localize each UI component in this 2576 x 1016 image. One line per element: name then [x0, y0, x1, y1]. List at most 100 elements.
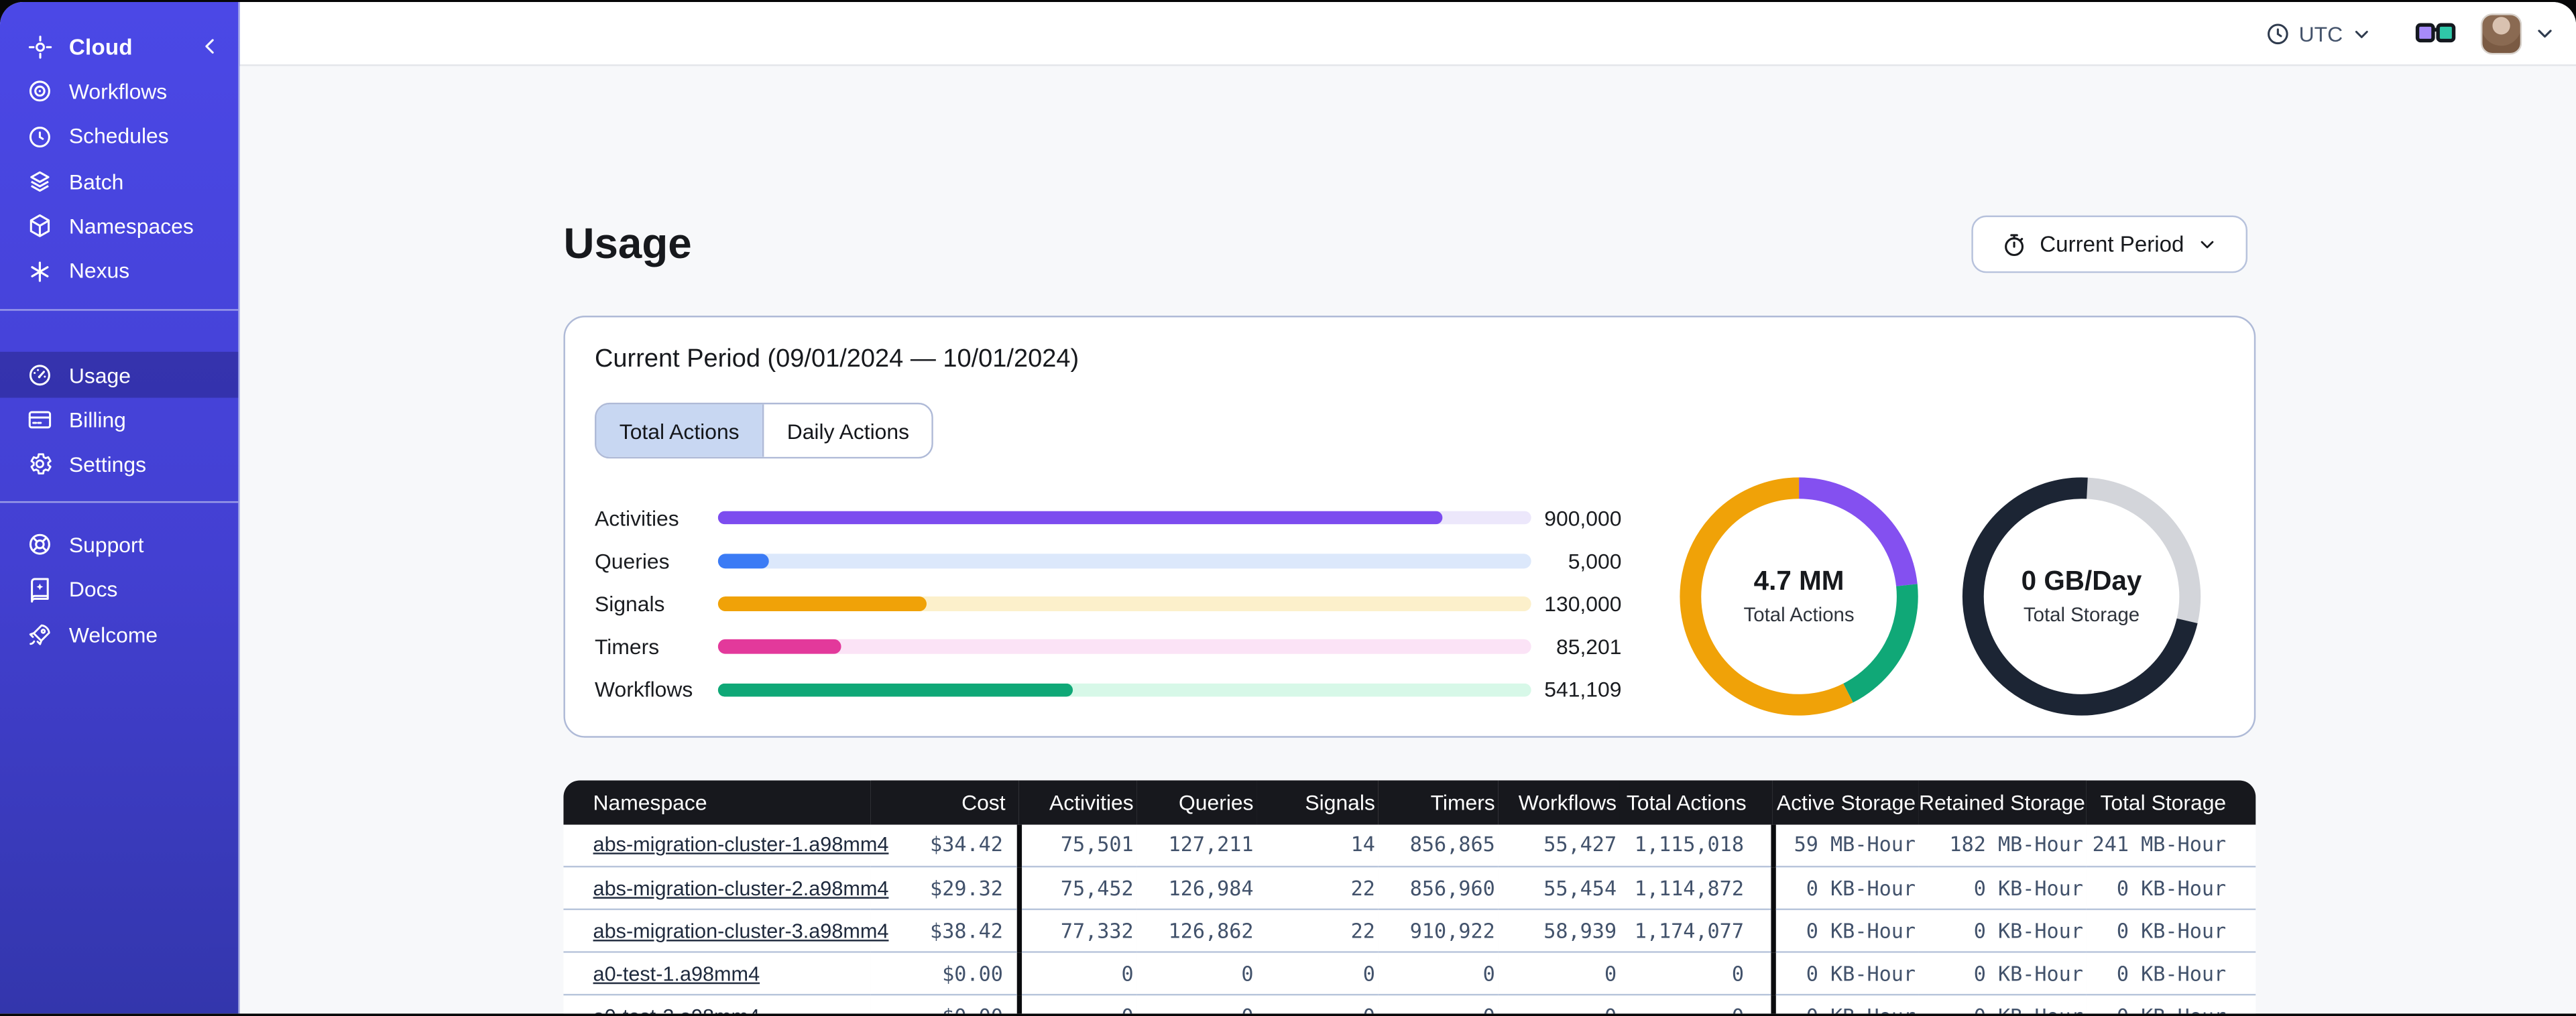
value-cell: 1,174,077 — [1619, 909, 1773, 954]
value-cell: 0 KB-Hour — [1918, 867, 2087, 911]
value-cell: 0 — [1136, 995, 1257, 1013]
value-cell: 127,211 — [1136, 824, 1257, 868]
bar-track — [717, 596, 1531, 611]
table-row: abs-migration-cluster-1.a98mm4 $34.42 75,5… — [563, 824, 2256, 868]
namespace-link[interactable]: a0-test-2.a98mm4 — [593, 1005, 760, 1013]
namespace-cell: abs-migration-cluster-1.a98mm4 — [563, 824, 888, 868]
table-row: a0-test-1.a98mm4 $0.00 0 0 0 0 0 0 0 KB-Hour 0 KB… — [563, 952, 2256, 997]
value-cell: 22 — [1256, 909, 1379, 954]
period-selector-button[interactable]: Current Period — [1971, 215, 2248, 273]
column-header: Namespace — [563, 780, 871, 824]
value-cell: 0 KB-Hour — [1770, 952, 1919, 997]
column-header: Timers — [1378, 780, 1499, 824]
namespace-cell: a0-test-2.a98mm4 — [563, 995, 871, 1013]
sidebar-item-label: Nexus — [68, 259, 130, 284]
bar-fill — [717, 683, 1073, 698]
sidebar-item-label: Usage — [68, 363, 131, 388]
clock-icon — [2266, 21, 2291, 46]
sidebar-item-schedules[interactable]: Schedules — [0, 115, 238, 160]
value-cell: 75,452 — [1016, 867, 1137, 911]
sidebar-brand[interactable]: Cloud — [0, 2, 238, 69]
total-storage-donut: 0 GB/Day Total Storage — [1958, 474, 2205, 720]
namespace-link[interactable]: abs-migration-cluster-1.a98mm4 — [593, 834, 889, 856]
sidebar-item-support[interactable]: Support — [0, 523, 238, 568]
sidebar-primary-nav: Workflows Schedules Batch Namespaces Nex… — [0, 70, 238, 294]
total-storage-label: Total Storage — [2023, 603, 2140, 627]
value-cell: 0 — [1619, 952, 1773, 997]
bar-value: 900,000 — [1544, 505, 1622, 531]
value-cell: 58,939 — [1498, 909, 1620, 954]
book-icon — [26, 576, 53, 603]
bar-track — [717, 683, 1531, 698]
usage-bars: Activities 900,000 Queries 5,000 Signals 130,… — [595, 497, 1621, 712]
sidebar-collapse-icon[interactable] — [198, 35, 221, 58]
sidebar-item-batch[interactable]: Batch — [0, 160, 238, 204]
nerd-glasses-icon[interactable] — [2415, 19, 2456, 48]
bar-label: Queries — [595, 548, 670, 574]
value-cell: 0 KB-Hour — [2086, 909, 2256, 954]
value-cell: $34.42 — [870, 824, 1019, 868]
usage-bar-row: Timers 85,201 — [595, 625, 1621, 668]
value-cell: 0 — [1378, 952, 1499, 997]
namespace-link[interactable]: abs-migration-cluster-3.a98mm4 — [593, 919, 889, 942]
actions-tab-group: Total Actions Daily Actions — [595, 403, 934, 459]
timezone-selector[interactable]: UTC — [2266, 21, 2373, 46]
stopwatch-icon — [2000, 231, 2026, 257]
value-cell: 182 MB-Hour — [1918, 824, 2087, 868]
namespace-link[interactable]: abs-migration-cluster-2.a98mm4 — [593, 877, 889, 899]
value-cell: 0 — [1136, 952, 1257, 997]
main-content: Usage Current Period Current Period (09/… — [239, 66, 2576, 1013]
value-cell: 14 — [1256, 824, 1379, 868]
chevron-down-icon — [2197, 234, 2219, 255]
value-cell: 0 KB-Hour — [1918, 909, 2087, 954]
sidebar-item-nexus[interactable]: Nexus — [0, 249, 238, 294]
value-cell: 0 KB-Hour — [1918, 995, 2087, 1013]
sidebar-item-namespaces[interactable]: Namespaces — [0, 204, 238, 249]
tab-daily-actions[interactable]: Daily Actions — [762, 404, 933, 458]
sidebar-item-workflows[interactable]: Workflows — [0, 70, 238, 115]
value-cell: 126,984 — [1136, 867, 1257, 911]
value-cell: 77,332 — [1016, 909, 1137, 954]
sidebar-item-settings[interactable]: Settings — [0, 442, 238, 487]
workflows-icon — [26, 78, 53, 105]
gear-icon — [26, 451, 53, 478]
column-header: Workflows — [1498, 780, 1620, 824]
topbar: UTC — [239, 2, 2576, 66]
value-cell: 856,960 — [1378, 867, 1499, 911]
value-cell: 0 — [1016, 995, 1137, 1013]
namespace-usage-table: Namespace Cost Activities Queries Signals Tim… — [563, 780, 2256, 1013]
bar-fill — [717, 511, 1442, 525]
tab-total-actions[interactable]: Total Actions — [596, 404, 762, 458]
value-cell: $29.32 — [870, 867, 1019, 911]
bar-track — [717, 639, 1531, 654]
value-cell: 0 KB-Hour — [1770, 909, 1919, 954]
gauge-icon — [26, 362, 53, 389]
usage-bar-row: Signals 130,000 — [595, 582, 1621, 625]
content-column: UTC Usage Current Period Current Period … — [239, 2, 2576, 1013]
brand-label: Cloud — [68, 34, 133, 59]
table-row: abs-migration-cluster-3.a98mm4 $38.42 77,3… — [563, 909, 2256, 954]
value-cell: 0 — [1498, 995, 1620, 1013]
value-cell: 1,114,872 — [1619, 867, 1773, 911]
period-selector-label: Current Period — [2040, 232, 2184, 257]
user-avatar[interactable] — [2480, 13, 2522, 54]
timezone-label: UTC — [2298, 21, 2343, 46]
column-header: Retained Storage — [1918, 780, 2087, 824]
table-row: abs-migration-cluster-2.a98mm4 $29.32 75,4… — [563, 867, 2256, 911]
value-cell: 0 — [1498, 952, 1620, 997]
sidebar-item-docs[interactable]: Docs — [0, 568, 238, 613]
value-cell: 0 KB-Hour — [1770, 867, 1919, 911]
value-cell: $0.00 — [870, 995, 1019, 1013]
asterisk-icon — [26, 258, 53, 285]
sidebar-item-label: Workflows — [68, 79, 168, 105]
sidebar-item-welcome[interactable]: Welcome — [0, 613, 238, 657]
bar-label: Workflows — [595, 678, 693, 702]
value-cell: 0 — [1619, 995, 1773, 1013]
user-menu-chevron-icon[interactable] — [2533, 22, 2556, 45]
sidebar-item-usage[interactable]: Usage — [0, 353, 239, 398]
sidebar-item-billing[interactable]: Billing — [0, 397, 238, 442]
sidebar-item-label: Schedules — [68, 124, 169, 149]
column-header: Activities — [1018, 780, 1137, 824]
sidebar-item-label: Docs — [68, 577, 118, 602]
namespace-link[interactable]: a0-test-1.a98mm4 — [593, 962, 760, 985]
